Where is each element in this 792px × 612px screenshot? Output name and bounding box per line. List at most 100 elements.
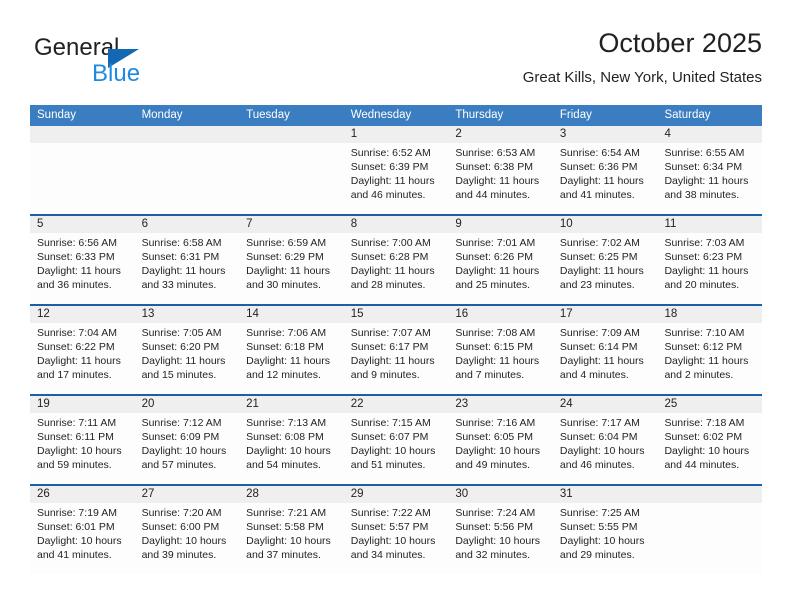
- daylight-text: and 17 minutes.: [37, 369, 112, 381]
- day-cell[interactable]: Sunrise: 7:05 AM Sunset: 6:20 PM Daylight:…: [135, 323, 240, 394]
- day-cell[interactable]: Sunrise: 6:53 AM Sunset: 6:38 PM Daylight:…: [448, 143, 553, 214]
- day-cell[interactable]: Sunrise: 7:17 AM Sunset: 6:04 PM Daylight:…: [553, 413, 658, 484]
- day-cell[interactable]: Sunrise: 7:24 AM Sunset: 5:56 PM Daylight:…: [448, 503, 553, 574]
- day-cell[interactable]: Sunrise: 7:06 AM Sunset: 6:18 PM Daylight:…: [239, 323, 344, 394]
- day-cell-empty: [239, 143, 344, 214]
- day-cell[interactable]: Sunrise: 7:20 AM Sunset: 6:00 PM Daylight:…: [135, 503, 240, 574]
- day-cell[interactable]: Sunrise: 7:09 AM Sunset: 6:14 PM Daylight:…: [553, 323, 658, 394]
- day-number[interactable]: 19: [30, 396, 135, 413]
- day-number[interactable]: 4: [657, 126, 762, 143]
- day-number[interactable]: 31: [553, 486, 658, 503]
- day-cell[interactable]: Sunrise: 7:21 AM Sunset: 5:58 PM Daylight:…: [239, 503, 344, 574]
- daylight-text: Daylight: 11 hours: [664, 175, 749, 187]
- day-number[interactable]: 9: [448, 216, 553, 233]
- day-cell[interactable]: Sunrise: 7:02 AM Sunset: 6:25 PM Daylight:…: [553, 233, 658, 304]
- daylight-text: and 4 minutes.: [559, 369, 629, 381]
- daylight-text: Daylight: 10 hours: [246, 445, 331, 457]
- daylight-text: Daylight: 11 hours: [141, 355, 226, 367]
- calendar-grid: Sunday Monday Tuesday Wednesday Thursday Frid…: [30, 105, 762, 574]
- sunrise-text: Sunrise: 7:06 AM: [246, 327, 327, 339]
- day-number[interactable]: 22: [344, 396, 449, 413]
- daylight-text: and 46 minutes.: [559, 459, 635, 471]
- day-info-band: Sunrise: 7:04 AM Sunset: 6:22 PM Daylight:…: [30, 323, 762, 394]
- daylight-text: Daylight: 11 hours: [37, 355, 121, 367]
- daylight-text: and 2 minutes.: [664, 369, 734, 381]
- sunrise-text: Sunrise: 7:09 AM: [559, 327, 640, 339]
- day-number[interactable]: 6: [135, 216, 240, 233]
- day-cell[interactable]: Sunrise: 7:12 AM Sunset: 6:09 PM Daylight:…: [135, 413, 240, 484]
- sunset-text: Sunset: 6:22 PM: [37, 341, 115, 353]
- day-cell-empty: [657, 503, 762, 574]
- day-cell[interactable]: Sunrise: 7:04 AM Sunset: 6:22 PM Daylight:…: [30, 323, 135, 394]
- day-number[interactable]: 16: [448, 306, 553, 323]
- day-number[interactable]: 10: [553, 216, 658, 233]
- day-number[interactable]: 23: [448, 396, 553, 413]
- day-cell[interactable]: Sunrise: 7:11 AM Sunset: 6:11 PM Daylight:…: [30, 413, 135, 484]
- sunset-text: Sunset: 5:56 PM: [455, 521, 533, 533]
- daylight-text: Daylight: 11 hours: [455, 355, 540, 367]
- day-cell[interactable]: Sunrise: 7:08 AM Sunset: 6:15 PM Daylight:…: [448, 323, 553, 394]
- day-cell[interactable]: Sunrise: 7:15 AM Sunset: 6:07 PM Daylight:…: [344, 413, 449, 484]
- day-cell[interactable]: Sunrise: 7:01 AM Sunset: 6:26 PM Daylight:…: [448, 233, 553, 304]
- daylight-text: and 49 minutes.: [455, 459, 531, 471]
- day-number[interactable]: 24: [553, 396, 658, 413]
- day-cell[interactable]: Sunrise: 7:03 AM Sunset: 6:23 PM Daylight:…: [657, 233, 762, 304]
- day-cell[interactable]: Sunrise: 6:59 AM Sunset: 6:29 PM Daylight:…: [239, 233, 344, 304]
- day-cell[interactable]: Sunrise: 7:13 AM Sunset: 6:08 PM Daylight:…: [239, 413, 344, 484]
- day-number[interactable]: 30: [448, 486, 553, 503]
- sunrise-text: Sunrise: 6:55 AM: [664, 147, 745, 159]
- day-number[interactable]: 5: [30, 216, 135, 233]
- day-number[interactable]: 29: [344, 486, 449, 503]
- day-number[interactable]: 28: [239, 486, 344, 503]
- day-number[interactable]: 12: [30, 306, 135, 323]
- sunrise-text: Sunrise: 6:54 AM: [559, 147, 640, 159]
- day-cell[interactable]: Sunrise: 6:56 AM Sunset: 6:33 PM Daylight:…: [30, 233, 135, 304]
- day-cell[interactable]: Sunrise: 7:16 AM Sunset: 6:05 PM Daylight:…: [448, 413, 553, 484]
- day-cell[interactable]: Sunrise: 6:54 AM Sunset: 6:36 PM Daylight:…: [553, 143, 658, 214]
- daylight-text: Daylight: 11 hours: [664, 355, 749, 367]
- daylight-text: and 51 minutes.: [350, 459, 426, 471]
- day-number[interactable]: 21: [239, 396, 344, 413]
- sunrise-text: Sunrise: 7:03 AM: [664, 237, 745, 249]
- day-number[interactable]: 7: [239, 216, 344, 233]
- day-number[interactable]: 17: [553, 306, 658, 323]
- calendar-week-row: 12 13 14 15 16 17 18 Sunrise: 7:04 AM Sunset: 6:…: [30, 304, 762, 394]
- daylight-text: Daylight: 10 hours: [141, 535, 227, 547]
- day-number[interactable]: 26: [30, 486, 135, 503]
- day-cell[interactable]: Sunrise: 7:07 AM Sunset: 6:17 PM Daylight:…: [344, 323, 449, 394]
- day-number[interactable]: 3: [553, 126, 658, 143]
- day-number[interactable]: 11: [657, 216, 762, 233]
- day-number[interactable]: 2: [448, 126, 553, 143]
- day-cell[interactable]: Sunrise: 7:00 AM Sunset: 6:28 PM Daylight:…: [344, 233, 449, 304]
- general-blue-logo[interactable]: General Blue: [30, 34, 210, 90]
- daylight-text: and 37 minutes.: [246, 549, 321, 561]
- day-number[interactable]: 13: [135, 306, 240, 323]
- day-number[interactable]: 27: [135, 486, 240, 503]
- day-cell[interactable]: Sunrise: 7:19 AM Sunset: 6:01 PM Daylight:…: [30, 503, 135, 574]
- daylight-text: and 44 minutes.: [664, 459, 740, 471]
- day-number[interactable]: 8: [344, 216, 449, 233]
- sunset-text: Sunset: 6:05 PM: [455, 431, 533, 443]
- sunrise-text: Sunrise: 7:08 AM: [455, 327, 536, 339]
- day-cell[interactable]: Sunrise: 7:10 AM Sunset: 6:12 PM Daylight:…: [657, 323, 762, 394]
- day-number[interactable]: 18: [657, 306, 762, 323]
- day-cell[interactable]: Sunrise: 6:52 AM Sunset: 6:39 PM Daylight:…: [344, 143, 449, 214]
- day-info-band: Sunrise: 6:52 AM Sunset: 6:39 PM Daylight:…: [30, 143, 762, 214]
- sunset-text: Sunset: 6:25 PM: [559, 251, 638, 263]
- daylight-text: Daylight: 10 hours: [664, 445, 750, 457]
- day-cell[interactable]: Sunrise: 7:22 AM Sunset: 5:57 PM Daylight:…: [344, 503, 449, 574]
- day-number[interactable]: 15: [344, 306, 449, 323]
- day-number[interactable]: 25: [657, 396, 762, 413]
- day-number[interactable]: 14: [239, 306, 344, 323]
- day-cell[interactable]: Sunrise: 7:25 AM Sunset: 5:55 PM Daylight:…: [553, 503, 658, 574]
- sunrise-text: Sunrise: 7:12 AM: [141, 417, 222, 429]
- daylight-text: and 33 minutes.: [141, 279, 217, 291]
- weekday-header-friday: Friday: [559, 109, 592, 121]
- day-cell[interactable]: Sunrise: 6:55 AM Sunset: 6:34 PM Daylight:…: [657, 143, 762, 214]
- daylight-text: Daylight: 10 hours: [246, 535, 331, 547]
- day-cell[interactable]: Sunrise: 7:18 AM Sunset: 6:02 PM Daylight:…: [657, 413, 762, 484]
- sunset-text: Sunset: 6:36 PM: [559, 161, 638, 173]
- day-number[interactable]: 1: [344, 126, 449, 143]
- day-cell[interactable]: Sunrise: 6:58 AM Sunset: 6:31 PM Daylight:…: [135, 233, 240, 304]
- day-number[interactable]: 20: [135, 396, 240, 413]
